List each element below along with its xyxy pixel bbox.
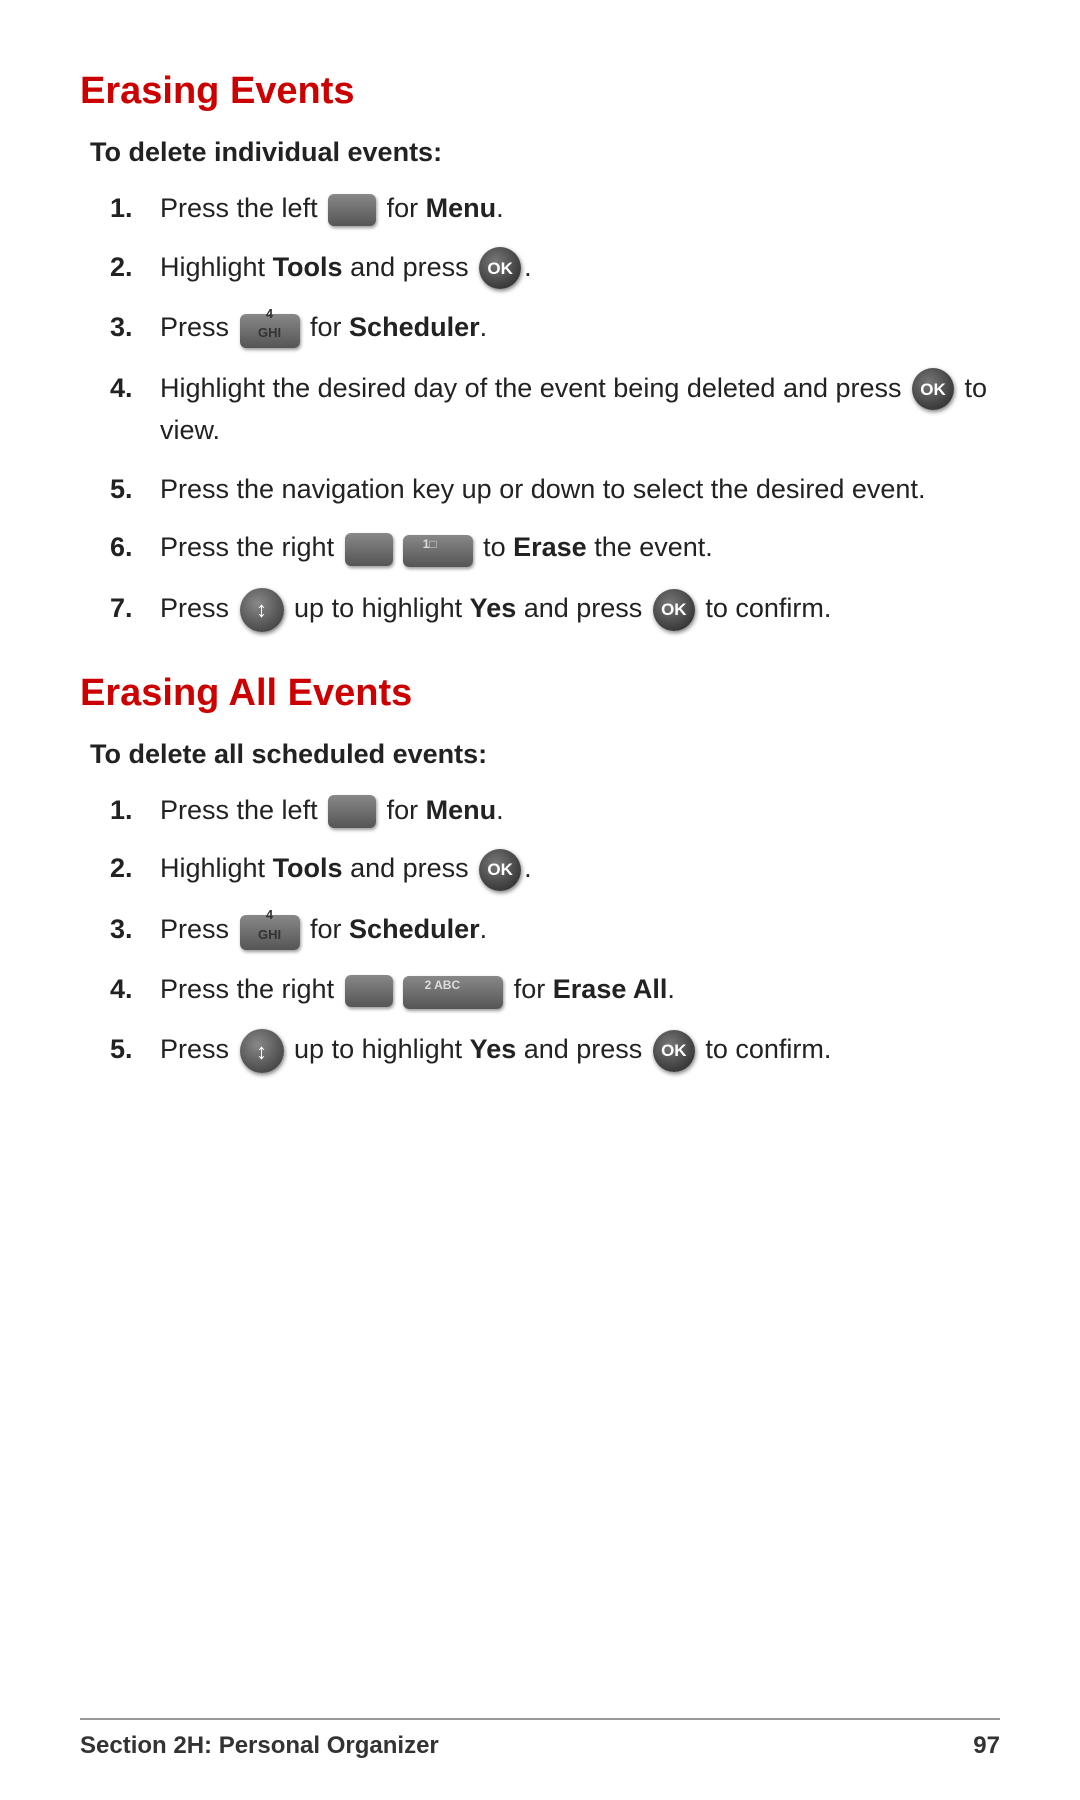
step-content: Highlight the desired day of the event b… — [160, 368, 1000, 451]
step-2-2: 2. Highlight Tools and press OK. — [110, 848, 1000, 891]
footer-left: Section 2H: Personal Organizer — [80, 1732, 439, 1760]
step-number: 3. — [110, 909, 160, 950]
section1-steps: 1. Press the left for Menu. 2. Highlight… — [110, 188, 1000, 632]
step-number: 5. — [110, 469, 160, 510]
right-softkey-icon — [345, 975, 393, 1008]
left-softkey-icon — [328, 194, 376, 227]
step-1-4: 4. Highlight the desired day of the even… — [110, 368, 1000, 451]
footer-right: 97 — [973, 1732, 1000, 1760]
step-1-5: 5. Press the navigation key up or down t… — [110, 469, 1000, 510]
step-number: 6. — [110, 527, 160, 568]
key-super-label: 4 GHI — [255, 304, 285, 343]
left-softkey-icon — [328, 795, 376, 828]
4ghi-key-icon: 4 GHI — [237, 309, 303, 350]
step-number: 1. — [110, 188, 160, 229]
ok-button-icon: OK — [479, 849, 521, 891]
step-number: 4. — [110, 969, 160, 1010]
ok-button-icon: OK — [653, 589, 695, 631]
step-number: 7. — [110, 588, 160, 629]
right-softkey-group: 2 ABC — [342, 971, 507, 1012]
nav-key-icon: ↕ — [240, 588, 284, 632]
step-content: Press the navigation key up or down to s… — [160, 469, 1000, 510]
step-number: 1. — [110, 790, 160, 831]
key-btn-wide: 1□ — [403, 535, 473, 568]
step-1-3: 3. Press 4 GHI for Scheduler. — [110, 307, 1000, 349]
right-softkey-group: 1□ — [342, 529, 476, 570]
2abc-key-icon: 2 ABC — [400, 971, 507, 1012]
key-super-label: 4 GHI — [255, 905, 285, 944]
step-number: 2. — [110, 848, 160, 889]
ok-button-icon: OK — [912, 368, 954, 410]
step-2-5: 5. Press ↕ up to highlight Yes and press… — [110, 1029, 1000, 1073]
page-footer: Section 2H: Personal Organizer 97 — [80, 1718, 1000, 1760]
step-content: Press ↕ up to highlight Yes and press OK… — [160, 588, 1000, 632]
1m-key-icon: 1□ — [400, 529, 476, 570]
step-1-6: 6. Press the right 1□ to Erase the event… — [110, 527, 1000, 569]
step-content: Press the left for Menu. — [160, 790, 1000, 831]
nav-key-icon: ↕ — [240, 1029, 284, 1073]
section2: Erasing All Events To delete all schedul… — [80, 672, 1000, 1074]
step-2-4: 4. Press the right 2 ABC for Erase All. — [110, 969, 1000, 1011]
step-2-1: 1. Press the left for Menu. — [110, 790, 1000, 831]
section1-subtitle: To delete individual events: — [90, 137, 1000, 168]
step-1-2: 2. Highlight Tools and press OK. — [110, 247, 1000, 290]
page-content: Erasing Events To delete individual even… — [0, 0, 1080, 1163]
step-number: 5. — [110, 1029, 160, 1070]
step-number: 4. — [110, 368, 160, 409]
step-content: Press 4 GHI for Scheduler. — [160, 307, 1000, 349]
key-numbered: 4 GHI — [240, 915, 300, 950]
key-btn-wider: 2 ABC — [403, 976, 504, 1009]
step-content: Press the left for Menu. — [160, 188, 1000, 229]
step-1-7: 7. Press ↕ up to highlight Yes and press… — [110, 588, 1000, 632]
ok-button-icon: OK — [653, 1030, 695, 1072]
step-1-1: 1. Press the left for Menu. — [110, 188, 1000, 229]
section2-subtitle: To delete all scheduled events: — [90, 739, 1000, 770]
right-softkey-icon — [345, 533, 393, 566]
step-content: Highlight Tools and press OK. — [160, 247, 1000, 290]
step-number: 3. — [110, 307, 160, 348]
step-content: Press the right 1□ to Erase the event. — [160, 527, 1000, 569]
step-content: Press 4 GHI for Scheduler. — [160, 909, 1000, 951]
section2-steps: 1. Press the left for Menu. 2. Highlight… — [110, 790, 1000, 1074]
step-number: 2. — [110, 247, 160, 288]
key-numbered: 4 GHI — [240, 314, 300, 349]
ok-button-icon: OK — [479, 247, 521, 289]
4ghi-key-icon: 4 GHI — [237, 911, 303, 952]
step-content: Press the right 2 ABC for Erase All. — [160, 969, 1000, 1011]
step-content: Highlight Tools and press OK. — [160, 848, 1000, 891]
step-2-3: 3. Press 4 GHI for Scheduler. — [110, 909, 1000, 951]
section2-title: Erasing All Events — [80, 672, 1000, 715]
step-content: Press ↕ up to highlight Yes and press OK… — [160, 1029, 1000, 1073]
section1-title: Erasing Events — [80, 70, 1000, 113]
